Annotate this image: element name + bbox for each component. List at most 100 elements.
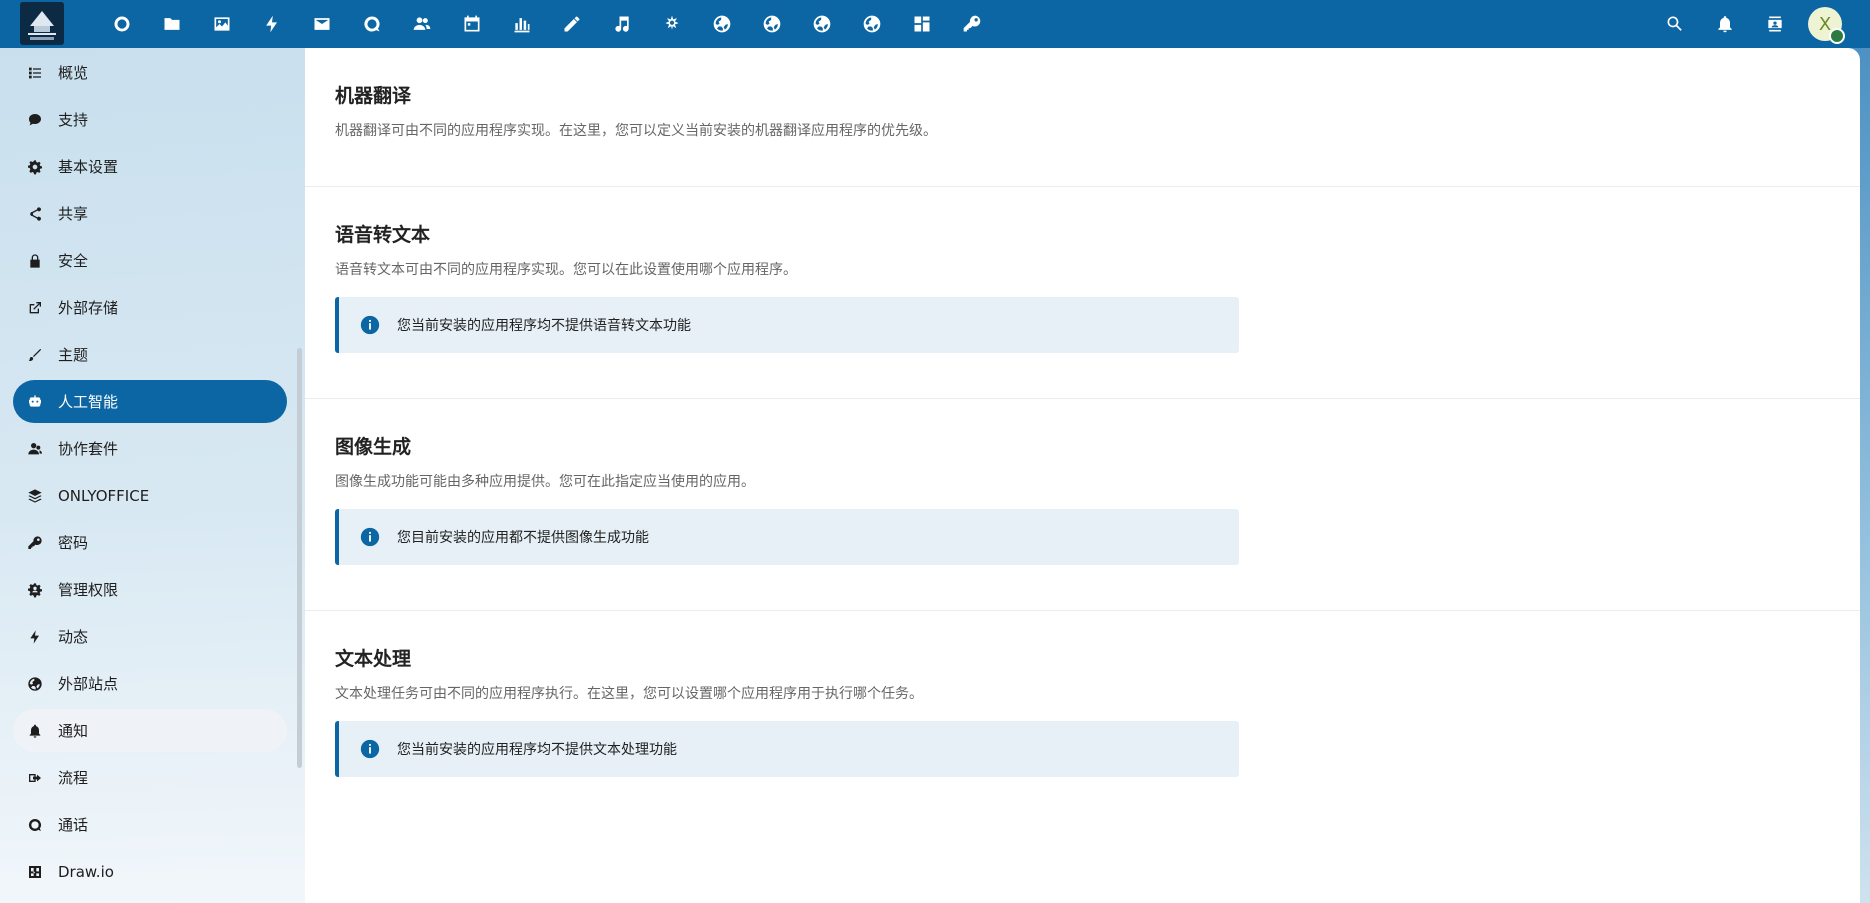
dashboard-icon xyxy=(114,16,130,32)
sidebar-item-10[interactable]: 密码 xyxy=(13,521,287,564)
app-lightning-link[interactable] xyxy=(247,0,297,48)
app-globe-link[interactable] xyxy=(797,0,847,48)
app-contacts-link[interactable] xyxy=(397,0,447,48)
sidebar-item-0[interactable]: 概览 xyxy=(13,51,287,94)
app-talk-link[interactable] xyxy=(347,0,397,48)
gear-icon xyxy=(23,155,47,179)
contacts-menu-icon[interactable] xyxy=(1750,0,1800,48)
app-folder-link[interactable] xyxy=(147,0,197,48)
sidebar-item-14[interactable]: 通知 xyxy=(13,709,287,752)
info-notice: 您目前安装的应用都不提供图像生成功能 xyxy=(335,509,1239,565)
sidebar-item-16[interactable]: 通话 xyxy=(13,803,287,846)
bell-icon[interactable] xyxy=(1700,0,1750,48)
top-header: X xyxy=(0,0,1870,48)
section-title: 机器翻译 xyxy=(335,85,412,107)
sidebar-item-2[interactable]: 基本设置 xyxy=(13,145,287,188)
sidebar-item-6[interactable]: 主题 xyxy=(13,333,287,376)
robot-icon xyxy=(23,390,47,414)
section-text-processing: 文本处理 文本处理任务可由不同的应用程序执行。在这里，您可以设置哪个应用程序用于… xyxy=(305,611,1860,822)
app-mail-link[interactable] xyxy=(297,0,347,48)
globe-icon xyxy=(763,15,781,33)
sidebar-item-13[interactable]: 外部站点 xyxy=(13,662,287,705)
sidebar-scrollbar[interactable] xyxy=(297,348,302,768)
section-title: 图像生成 xyxy=(335,436,412,458)
sidebar-item-label: 安全 xyxy=(58,252,89,270)
globe-icon xyxy=(813,15,831,33)
sidebar-item-label: 密码 xyxy=(58,534,89,552)
lightning-icon xyxy=(266,15,277,33)
app-star-person-link[interactable] xyxy=(647,0,697,48)
folder-icon xyxy=(164,18,180,30)
info-notice: 您当前安装的应用程序均不提供文本处理功能 xyxy=(335,721,1239,777)
list-icon xyxy=(23,61,47,85)
sidebar-item-label: 支持 xyxy=(58,111,89,129)
app-image-link[interactable] xyxy=(197,0,247,48)
app-key-link[interactable] xyxy=(947,0,997,48)
app-globe-link[interactable] xyxy=(847,0,897,48)
sidebar-item-1[interactable]: 支持 xyxy=(13,98,287,141)
sidebar-item-label: 人工智能 xyxy=(58,393,119,411)
sidebar-item-label: 通知 xyxy=(58,722,89,740)
sidebar-item-label: ONLYOFFICE xyxy=(58,486,150,505)
sidebar-item-9[interactable]: ONLYOFFICE xyxy=(13,474,287,517)
sidebar-item-label: Draw.io xyxy=(58,862,114,881)
app-globe-link[interactable] xyxy=(697,0,747,48)
section-description: 文本处理任务可由不同的应用程序执行。在这里，您可以设置哪个应用程序用于执行哪个任… xyxy=(335,686,923,702)
info-icon xyxy=(360,527,380,547)
pencil-icon xyxy=(564,16,580,32)
key-icon xyxy=(963,15,981,32)
sidebar-item-4[interactable]: 安全 xyxy=(13,239,287,282)
sidebar-item-label: 主题 xyxy=(58,346,89,364)
sidebar-item-8[interactable]: 协作套件 xyxy=(13,427,287,470)
online-status-dot xyxy=(1829,28,1845,44)
ai-settings-content: 机器翻译 机器翻译可由不同的应用程序实现。在这里，您可以定义当前安装的机器翻译应… xyxy=(305,48,1860,903)
key-icon xyxy=(23,531,47,555)
notice-text: 您目前安装的应用都不提供图像生成功能 xyxy=(397,530,649,546)
sidebar-item-7[interactable]: 人工智能 xyxy=(13,380,287,423)
share-icon xyxy=(23,202,47,226)
instance-logo[interactable] xyxy=(20,2,64,45)
layers-icon xyxy=(23,484,47,508)
paintbrush-icon xyxy=(23,343,47,367)
sidebar-item-5[interactable]: 外部存储 xyxy=(13,286,287,329)
sidebar-item-label: 概览 xyxy=(58,64,89,82)
globe-icon xyxy=(23,672,47,696)
app-dashboard-link[interactable] xyxy=(97,0,147,48)
section-description: 机器翻译可由不同的应用程序实现。在这里，您可以定义当前安装的机器翻译应用程序的优… xyxy=(335,123,937,139)
talk-icon xyxy=(23,813,47,837)
app-deck-link[interactable] xyxy=(897,0,947,48)
sidebar-item-12[interactable]: 动态 xyxy=(13,615,287,658)
app-calendar-link[interactable] xyxy=(447,0,497,48)
chart-icon xyxy=(514,18,530,33)
notice-text: 您当前安装的应用程序均不提供文本处理功能 xyxy=(397,742,677,758)
section-description: 图像生成功能可能由多种应用提供。您可在此指定应当使用的应用。 xyxy=(335,474,755,490)
section-image-generation: 图像生成 图像生成功能可能由多种应用提供。您可在此指定应当使用的应用。 您目前安… xyxy=(305,399,1860,610)
app-pencil-link[interactable] xyxy=(547,0,597,48)
sidebar-item-15[interactable]: 流程 xyxy=(13,756,287,799)
sidebar-item-label: 外部站点 xyxy=(58,675,119,693)
image-icon xyxy=(214,17,230,31)
app-music-link[interactable] xyxy=(597,0,647,48)
sidebar-item-11[interactable]: 管理权限 xyxy=(13,568,287,611)
section-machine-translation: 机器翻译 机器翻译可由不同的应用程序实现。在这里，您可以定义当前安装的机器翻译应… xyxy=(305,48,1860,187)
talk-icon xyxy=(364,16,380,32)
settings-sidebar: 概览支持基本设置 共享安全外部存储主题人工智能协作套件 ONLYOFFICE 密码管理… xyxy=(0,48,305,903)
info-icon xyxy=(360,315,380,335)
search-icon[interactable] xyxy=(1650,0,1700,48)
section-description: 语音转文本可由不同的应用程序实现。您可以在此设置使用哪个应用程序。 xyxy=(335,262,797,278)
sidebar-item-17[interactable]: Draw.io xyxy=(13,850,287,893)
section-speech-to-text: 语音转文本 语音转文本可由不同的应用程序实现。您可以在此设置使用哪个应用程序。 … xyxy=(305,187,1860,398)
mail-icon xyxy=(314,18,330,30)
app-chart-link[interactable] xyxy=(497,0,547,48)
admin-gear-icon xyxy=(23,578,47,602)
app-globe-link[interactable] xyxy=(747,0,797,48)
sidebar-item-label: 通话 xyxy=(58,816,89,834)
user-avatar[interactable]: X xyxy=(1808,7,1845,44)
sidebar-item-label: 管理权限 xyxy=(58,581,119,599)
section-title: 语音转文本 xyxy=(335,224,431,246)
globe-icon xyxy=(713,15,731,33)
sidebar-item-3[interactable]: 共享 xyxy=(13,192,287,235)
external-link-icon xyxy=(23,296,47,320)
chat-bubble-icon xyxy=(23,108,47,132)
star-person-icon xyxy=(665,15,679,30)
